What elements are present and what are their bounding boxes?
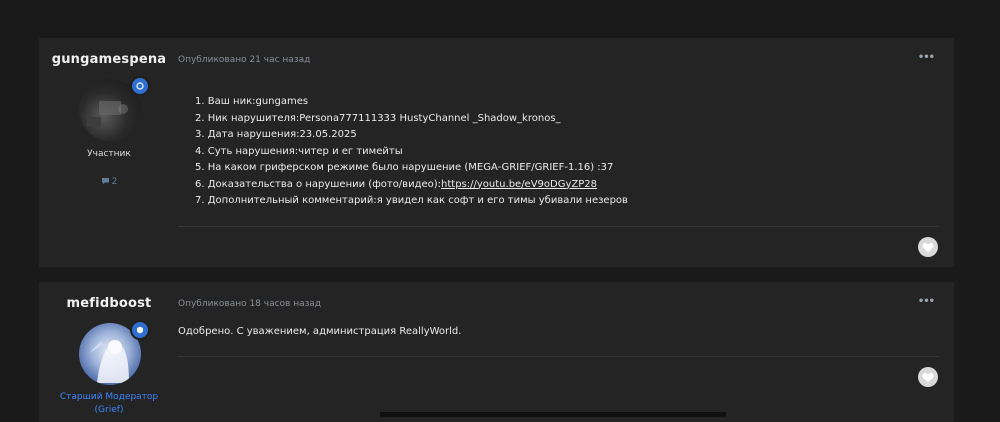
post-date[interactable]: Опубликовано 18 часов назад (178, 299, 321, 309)
rank-badge-icon (130, 320, 150, 340)
heart-icon (922, 372, 934, 382)
author-column: gungamespena Участник 2 (39, 38, 179, 267)
post-date[interactable]: Опубликовано 21 час назад (178, 55, 310, 65)
list-item: 4. Суть нарушения:читер и ег тимейты (195, 145, 403, 157)
like-button[interactable] (918, 367, 938, 387)
heart-icon (922, 242, 934, 252)
divider (178, 226, 939, 227)
author-column: mefidboost Старший Модератор (Grief) (39, 282, 179, 422)
role-line: (Grief) (94, 405, 124, 415)
rank-badge-icon (130, 76, 150, 96)
reputation-count: 2 (39, 177, 179, 187)
list-item: 3. Дата нарушения:23.05.2025 (195, 129, 357, 140)
post-content: 1. Ваш ник:gungames 2. Ник нарушителя:Pe… (195, 94, 628, 210)
member-role: Старший Модератор (Grief) (39, 391, 179, 417)
post-content: Одобрено. С уважением, администрация Rea… (178, 326, 462, 337)
list-item: 5. На каком гриферском режиме было наруш… (195, 162, 614, 173)
comment-icon (101, 178, 109, 184)
member-role: Участник (87, 149, 131, 159)
reputation-value: 2 (111, 177, 118, 187)
role-line: Старший Модератор (59, 392, 159, 402)
like-button[interactable] (918, 237, 938, 257)
list-item: 6. Доказательства о нарушении (фото/виде… (195, 177, 628, 194)
evidence-link[interactable]: https://youtu.be/eV9oDGyZP28 (441, 179, 597, 190)
bottom-bar (380, 412, 726, 417)
list-item: 7. Дополнительный комментарий:я увидел к… (195, 195, 628, 206)
divider (178, 356, 939, 357)
evidence-label: 6. Доказательства о нарушении (фото/виде… (195, 178, 442, 190)
more-options-icon[interactable]: ••• (918, 52, 935, 63)
more-options-icon[interactable]: ••• (918, 296, 935, 307)
list-item: 2. Ник нарушителя:Persona777111333 Husty… (195, 112, 561, 124)
post-card: mefidboost Старший Модератор (Grief) Опу… (39, 282, 954, 422)
post-card: gungamespena Участник 2 Опубликовано 21 … (39, 38, 954, 267)
author-name[interactable]: gungamespena (39, 52, 179, 67)
list-item: 1. Ваш ник:gungames (195, 96, 309, 107)
author-name[interactable]: mefidboost (39, 296, 179, 311)
